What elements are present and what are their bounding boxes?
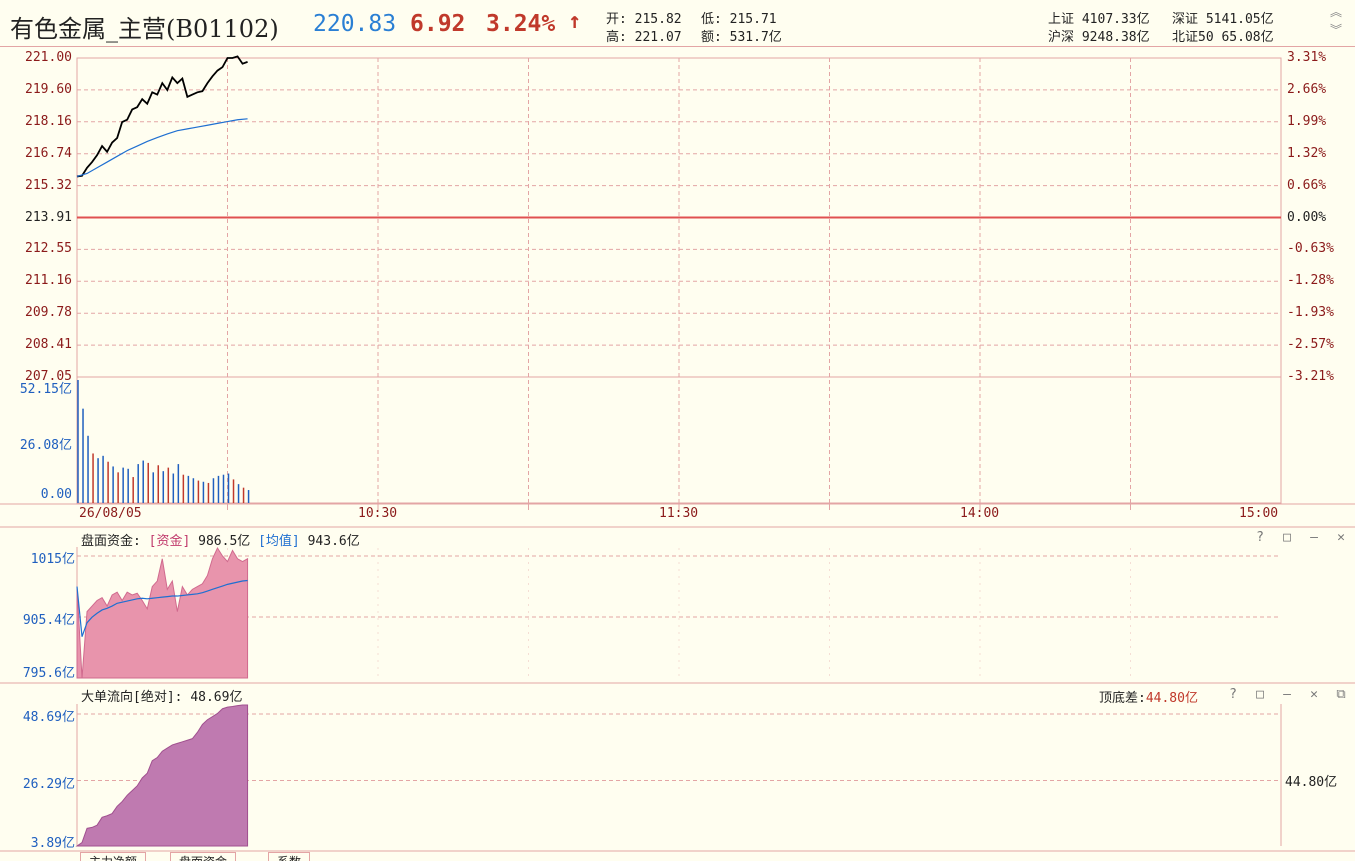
price-ytick-right: 1.99% [1287, 113, 1327, 129]
bigorder-value: 48.69亿 [190, 690, 243, 705]
price-ytick-right: 0.66% [1287, 177, 1327, 193]
fund-panel-title: 盘面资金: [资金] 986.5亿 [均值] 943.6亿 [81, 530, 360, 549]
bigorder-close-icon[interactable]: ✕ [1307, 687, 1321, 702]
fund-avg-label: [均值] [258, 534, 300, 549]
price-ytick-right: -0.63% [1287, 241, 1334, 257]
price-ytick-right: -1.28% [1287, 273, 1334, 289]
fund-close-icon[interactable]: ✕ [1334, 530, 1348, 545]
fund-ytick: 905.4亿 [22, 613, 75, 628]
fund-series-label: [资金] [148, 534, 191, 549]
price-ytick-right: 1.32% [1287, 145, 1327, 161]
volume-ytick: 52.15亿 [19, 382, 72, 397]
fund-area [76, 546, 249, 679]
price-ytick-left: 212.55 [25, 241, 72, 257]
price-ytick-right: -3.21% [1287, 369, 1334, 384]
price-ytick-left: 216.74 [25, 145, 72, 161]
fund-help-icon[interactable]: ? [1253, 530, 1267, 545]
price-ytick-left: 221.00 [25, 50, 72, 65]
time-label: 26/08/05 [79, 506, 142, 521]
fund-avg-value: 943.6亿 [307, 534, 360, 549]
fund-ytick: 795.6亿 [22, 666, 75, 681]
bigorder-minimize-icon[interactable]: — [1280, 687, 1294, 702]
price-ytick-left: 215.32 [25, 177, 72, 193]
bigorder-maximize-icon[interactable]: □ [1253, 687, 1267, 702]
intraday-charts[interactable] [0, 0, 1355, 860]
price-ytick-left: 213.91 [25, 209, 72, 225]
bigorder-diff-label: 顶底差: [1099, 691, 1146, 706]
price-ytick-right: 0.00% [1287, 209, 1327, 225]
bigorder-ytick: 26.29亿 [22, 776, 75, 792]
bigorder-area [75, 704, 249, 847]
price-ytick-right: -2.57% [1287, 337, 1334, 353]
bigorder-right-label: 44.80亿 [1285, 775, 1338, 790]
time-label: 14:00 [960, 506, 1000, 521]
bigorder-ytick: 3.89亿 [30, 836, 75, 851]
price-ytick-left: 219.60 [25, 81, 72, 97]
price-ytick-right: 3.31% [1287, 50, 1327, 65]
price-ytick-right: -1.93% [1287, 305, 1334, 321]
fund-maximize-icon[interactable]: □ [1280, 530, 1294, 545]
bigorder-help-icon[interactable]: ? [1226, 687, 1240, 702]
bigorder-restore-icon[interactable]: ⧉ [1334, 687, 1348, 702]
price-ytick-right: 2.66% [1287, 81, 1327, 97]
fund-ytick: 1015亿 [30, 552, 75, 567]
bigorder-diff-value: 44.80亿 [1145, 691, 1198, 706]
bigorder-panel-title: 大单流向[绝对]: 48.69亿 [81, 686, 242, 705]
fund-title: 盘面资金: [81, 534, 141, 549]
price-ytick-left: 218.16 [25, 113, 72, 129]
fund-minimize-icon[interactable]: — [1307, 530, 1321, 545]
fund-series-value: 986.5亿 [198, 534, 251, 549]
time-label: 11:30 [659, 506, 699, 521]
bigorder-title: 大单流向[绝对]: [81, 690, 183, 705]
price-ytick-left: 211.16 [25, 273, 72, 289]
price-ytick-left: 208.41 [25, 337, 72, 353]
volume-ytick: 0.00 [40, 487, 72, 502]
bigorder-diff: 顶底差:44.80亿 [1099, 687, 1198, 706]
time-label: 10:30 [358, 506, 398, 521]
bigorder-ytick: 48.69亿 [22, 710, 75, 725]
time-label: 15:00 [1239, 506, 1279, 521]
price-line [76, 55, 248, 178]
volume-ytick: 26.08亿 [19, 437, 72, 453]
price-ytick-left: 209.78 [25, 305, 72, 321]
